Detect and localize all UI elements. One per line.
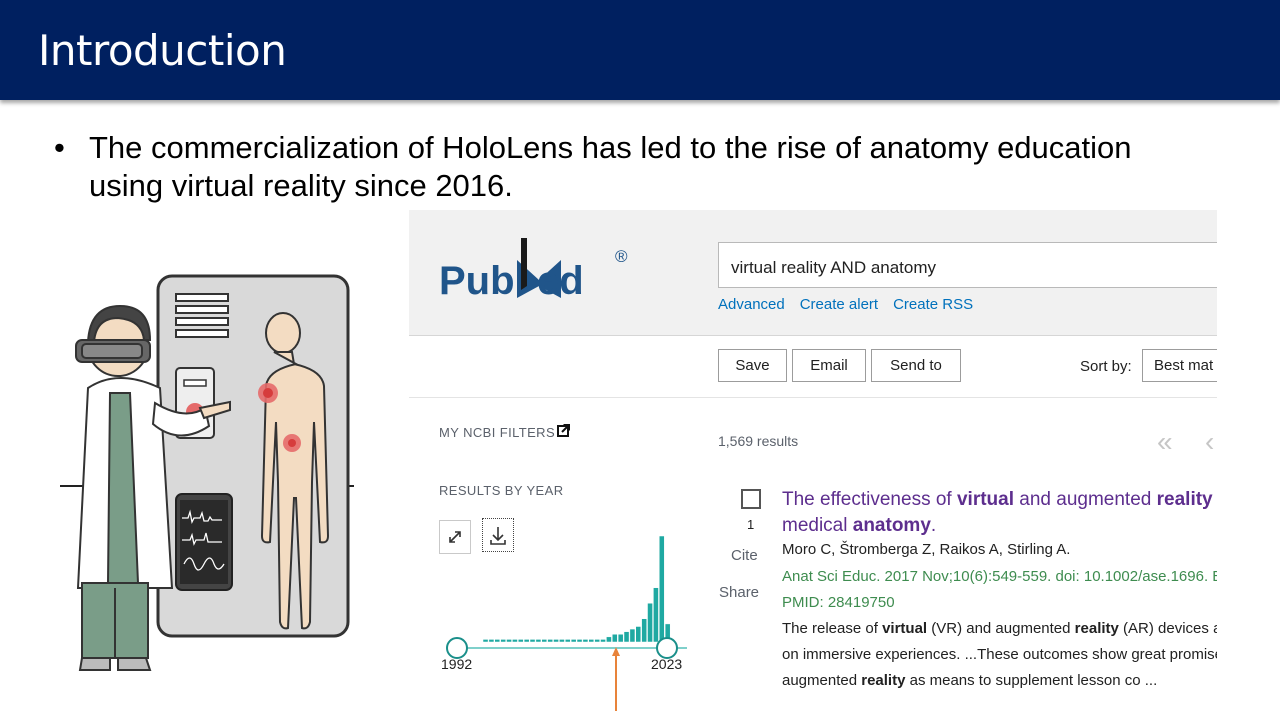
pubmed-logo-text-right: ed [537,259,584,303]
result-journal-citation: Anat Sci Educ. 2017 Nov;10(6):549-559. d… [782,568,1217,585]
year-bar[interactable] [606,636,612,643]
results-by-year-label: RESULTS BY YEAR [439,483,564,498]
year-bar[interactable] [518,639,524,643]
divider [409,335,1217,336]
year-bar[interactable] [559,639,565,643]
pubmed-panel: Pub ed ® virtual reality AND anatomy Adv… [409,210,1217,720]
year-bar[interactable] [623,631,630,643]
create-alert-link[interactable]: Create alert [800,296,878,313]
year-bar[interactable] [541,639,548,643]
email-button[interactable]: Email [792,349,866,382]
year-bar[interactable] [500,639,506,643]
title-text: medical [782,515,853,536]
pubmed-logo-text-left: Pub [439,259,515,303]
year-bar[interactable] [553,639,559,643]
my-ncbi-filters-label[interactable]: MY NCBI FILTERS [439,425,555,440]
annotation-arrow-icon [612,647,620,711]
results-by-year-histogram[interactable] [439,520,689,665]
year-bar[interactable] [647,602,653,643]
year-bar[interactable] [576,639,583,643]
advanced-link[interactable]: Advanced [718,296,785,313]
result-snippet-line: The release of virtual (VR) and augmente… [782,620,1217,637]
year-bar[interactable] [659,535,665,643]
year-bar[interactable] [529,639,536,643]
bullet-text: The commercialization of HoloLens has le… [89,130,1132,203]
search-input[interactable]: virtual reality AND anatomy [718,242,1217,288]
title-bar: Introduction [0,0,1280,100]
year-bar[interactable] [506,639,512,643]
result-pmid: PMID: 28419750 [782,594,895,611]
year-range-end-handle[interactable] [656,637,678,659]
title-highlight: anatomy [852,515,931,536]
result-authors: Moro C, Štromberga Z, Raikos A, Stirling… [782,541,1071,558]
year-range-start-handle[interactable] [446,637,468,659]
divider [409,397,1217,398]
result-snippet-line: on immersive experiences. ...These outco… [782,646,1217,663]
share-button[interactable]: Share [719,584,759,601]
save-button[interactable]: Save [718,349,787,382]
results-count: 1,569 results [718,433,799,449]
external-link-icon[interactable] [557,423,571,437]
title-text: The effectiveness of [782,489,957,510]
result-snippet-line: augmented reality as means to supplement… [782,672,1158,689]
pubmed-header: Pub ed ® virtual reality AND anatomy Adv… [409,210,1217,335]
year-bar[interactable] [547,639,553,643]
year-bar[interactable] [535,639,542,643]
year-bar[interactable] [600,639,606,643]
title-text: . [930,515,937,536]
create-rss-link[interactable]: Create RSS [893,296,973,313]
year-end-label: 2023 [651,656,683,672]
year-bar[interactable] [494,639,501,643]
year-bar[interactable] [653,587,659,643]
sort-select[interactable]: Best mat [1142,349,1217,382]
title-highlight: virtual [956,489,1015,510]
cite-button[interactable]: Cite [731,547,758,564]
year-bar[interactable] [594,639,600,643]
slide-title: Introduction [38,26,287,75]
year-bar[interactable] [582,639,589,643]
result-title-link[interactable]: The effectiveness of virtual and augment… [782,487,1217,539]
title-highlight: reality [1156,489,1213,510]
vr-doctor-illustration [60,274,354,671]
first-page-icon[interactable]: « [1157,426,1173,458]
bullet-marker: • [54,130,65,165]
result-checkbox[interactable] [741,489,761,509]
year-start-label: 1992 [441,656,473,672]
sort-label: Sort by: [1080,358,1132,375]
send-to-button[interactable]: Send to [871,349,961,382]
year-bar[interactable] [488,639,495,643]
year-bar[interactable] [512,639,518,643]
year-bar[interactable] [629,628,636,643]
year-bar[interactable] [635,626,642,643]
year-bar[interactable] [523,639,530,643]
year-bar[interactable] [570,639,577,643]
previous-page-icon[interactable]: ‹ [1205,426,1214,458]
year-bar[interactable] [617,633,624,643]
year-bar[interactable] [565,639,571,643]
year-bar[interactable] [612,633,618,643]
year-bar[interactable] [588,639,595,643]
year-bar[interactable] [641,618,647,643]
pubmed-logo[interactable]: Pub ed ® [437,234,637,304]
search-links: Advanced Create alert Create RSS [718,296,988,313]
title-text: and augmented [1014,489,1157,510]
result-number: 1 [747,517,755,532]
registered-mark: ® [615,247,628,266]
year-bar[interactable] [482,639,489,643]
